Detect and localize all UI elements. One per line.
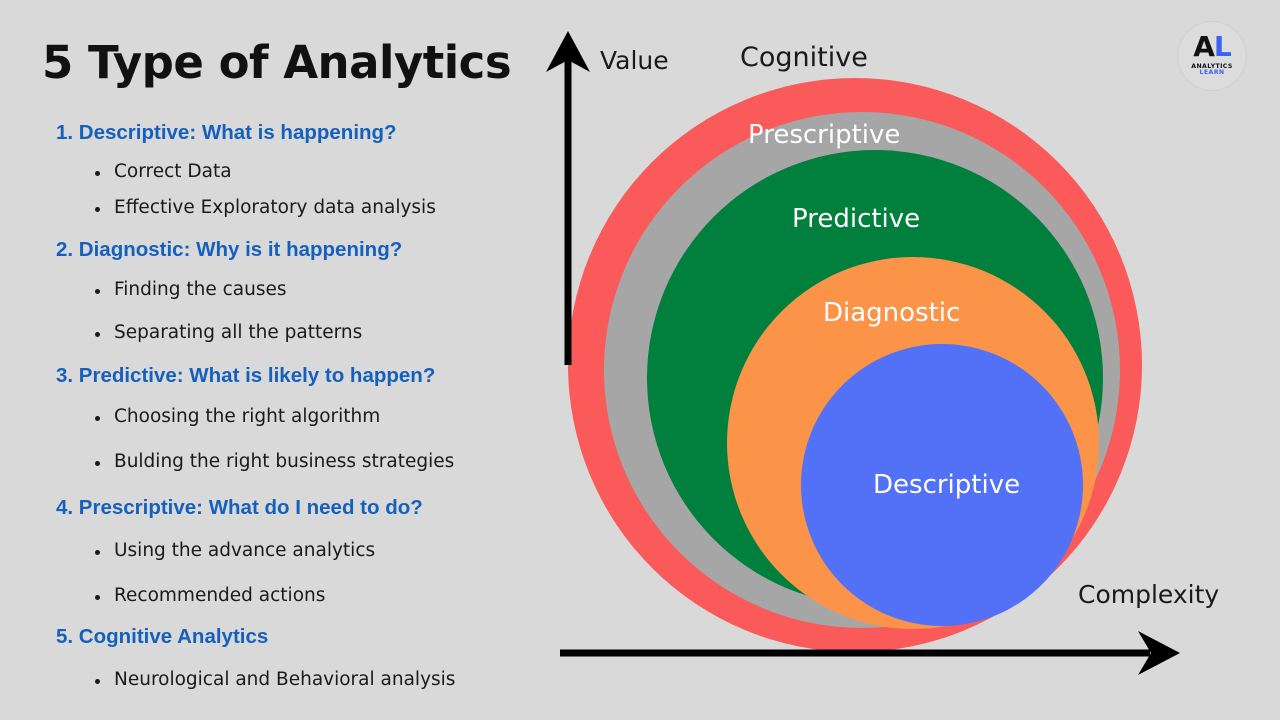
logo-mark: AL (1178, 33, 1246, 61)
ring-label-descriptive: Descriptive (873, 470, 1021, 500)
content-panel: 5 Type of Analytics 1. Descriptive: What… (0, 0, 560, 720)
slide-canvas: 5 Type of Analytics 1. Descriptive: What… (0, 0, 1280, 720)
logo-subtitle-learn: LEARN (1199, 69, 1225, 77)
list-item: Choosing the right algorithm (86, 407, 454, 427)
ring-label-cognitive: Cognitive (740, 42, 868, 73)
bullet-list-cognitive: Neurological and Behavioral analysis (86, 670, 455, 690)
list-item: Neurological and Behavioral analysis (86, 670, 455, 690)
logo-letter-a: A (1193, 30, 1215, 63)
list-item: Separating all the patterns (86, 323, 362, 343)
bullet-list-prescriptive: Using the advance analytics Recommended … (86, 541, 375, 606)
nested-circles-diagram: Cognitive Prescriptive Predictive Diagno… (540, 0, 1280, 720)
axis-label-value: Value (600, 46, 669, 75)
ring-label-prescriptive: Prescriptive (748, 120, 901, 150)
brand-logo: AL ANALYTICS LEARN (1178, 22, 1246, 90)
axis-label-complexity: Complexity (1078, 580, 1220, 609)
ring-label-predictive: Predictive (792, 204, 921, 234)
logo-letter-l: L (1213, 30, 1232, 63)
list-item: Recommended actions (86, 586, 375, 606)
list-item: Correct Data (86, 162, 436, 182)
list-item: Finding the causes (86, 280, 362, 300)
section-heading-cognitive: 5. Cognitive Analytics (56, 625, 269, 648)
section-heading-descriptive: 1. Descriptive: What is happening? (56, 121, 397, 144)
section-heading-prescriptive: 4. Prescriptive: What do I need to do? (56, 496, 423, 519)
logo-subtitle: ANALYTICS LEARN (1178, 63, 1246, 77)
ring-label-diagnostic: Diagnostic (823, 298, 961, 328)
list-item: Bulding the right business strategies (86, 452, 454, 472)
page-title: 5 Type of Analytics (42, 36, 512, 89)
bullet-list-diagnostic: Finding the causes Separating all the pa… (86, 280, 362, 343)
list-item: Effective Exploratory data analysis (86, 198, 436, 218)
bullet-list-predictive: Choosing the right algorithm Bulding the… (86, 407, 454, 472)
list-item: Using the advance analytics (86, 541, 375, 561)
bullet-list-descriptive: Correct Data Effective Exploratory data … (86, 162, 436, 218)
section-heading-diagnostic: 2. Diagnostic: Why is it happening? (56, 238, 403, 261)
section-heading-predictive: 3. Predictive: What is likely to happen? (56, 364, 436, 387)
